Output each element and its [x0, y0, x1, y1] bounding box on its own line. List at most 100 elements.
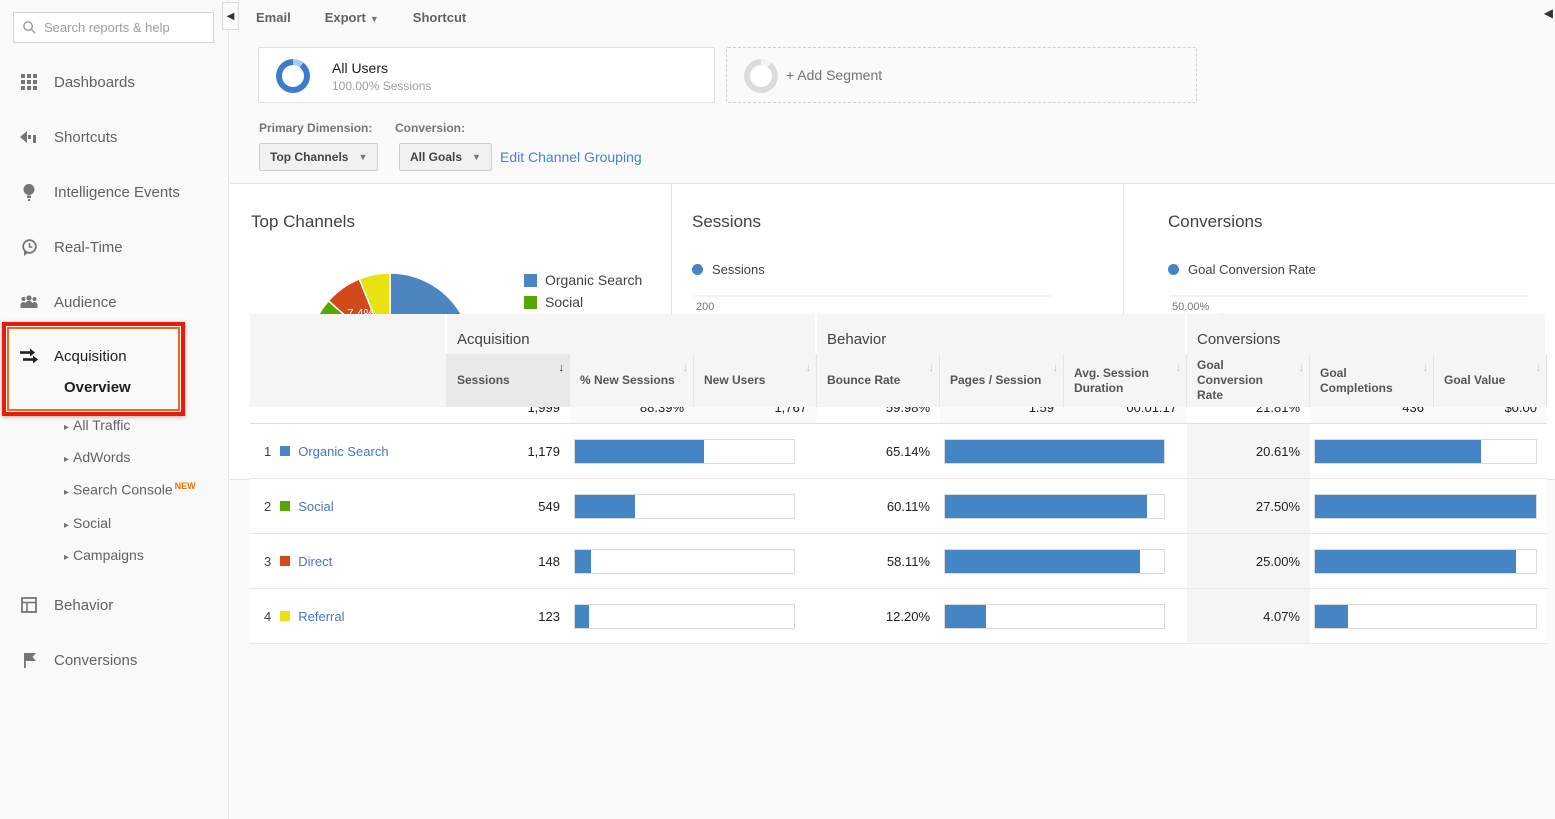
add-segment-label: + Add Segment: [786, 67, 883, 83]
row-rank: 3: [264, 553, 272, 569]
sidebar-item-label: Shortcuts: [54, 128, 118, 146]
sidebar-item-dashboards[interactable]: Dashboards: [0, 68, 229, 96]
sidebar-item-label: Conversions: [54, 651, 138, 669]
series-dot-icon: [692, 264, 703, 275]
conversions-legend: Goal Conversion Rate: [1168, 262, 1316, 277]
group-behavior: Behavior: [817, 314, 1187, 354]
sidebar-item-campaigns[interactable]: ▸ Campaigns: [64, 547, 144, 563]
goal-conversion-rate-value: 27.50%: [1187, 479, 1310, 533]
sidebar-item-acquisition-overview[interactable]: Overview: [64, 379, 131, 396]
sidebar-item-audience[interactable]: Audience: [0, 288, 229, 316]
bounce-rate-bar-cell: [940, 534, 1187, 588]
sidebar-item-label: Dashboards: [54, 73, 135, 91]
segment-donut-icon: [276, 59, 310, 93]
chevron-down-icon: ▼: [369, 14, 379, 24]
main-content: ◀ ◀ Email Export ▼ Shortcut All Users 100…: [222, 0, 1555, 819]
channels-table: Acquisition Behavior Conversions Session…: [250, 314, 1547, 644]
sidebar-item-label: Behavior: [54, 596, 114, 614]
sort-icon: ↓: [928, 362, 935, 374]
segment-all-users[interactable]: All Users 100.00% Sessions: [258, 47, 715, 103]
sessions-chart-title: Sessions: [692, 212, 761, 231]
sort-desc-icon: ↓: [558, 362, 565, 374]
sidebar-item-adwords[interactable]: ▸ AdWords: [64, 449, 130, 465]
table-row: 2 Social 549 60.11% 27.50%: [250, 479, 1547, 534]
export-button[interactable]: Export ▼: [325, 10, 379, 25]
primary-dimension-dropdown[interactable]: Top Channels ▼: [259, 143, 379, 171]
column-header-sessions[interactable]: Sessions ↓: [447, 354, 570, 407]
bounce-rate-bar-cell: [940, 479, 1187, 533]
right-collapse-icon[interactable]: ◀: [1544, 6, 1553, 20]
behavior-window-icon: [20, 596, 38, 614]
channel-color-chip: [280, 501, 291, 511]
legend-chip-social: [524, 295, 537, 309]
search-box[interactable]: [13, 12, 214, 43]
goal-conversion-bar-cell: [1310, 479, 1547, 533]
column-header-new-users[interactable]: New Users ↓: [694, 354, 817, 407]
goal-conversion-bar-cell: [1310, 424, 1547, 478]
channel-link[interactable]: Referral: [298, 609, 344, 624]
sidebar-item-acquisition[interactable]: Acquisition: [0, 342, 229, 370]
segment-subtitle: 100.00% Sessions: [332, 79, 432, 93]
sidebar-item-social[interactable]: ▸ Social: [64, 515, 111, 531]
email-button[interactable]: Email: [256, 10, 291, 25]
sidebar-item-label: Audience: [54, 293, 117, 311]
sidebar-collapse-button[interactable]: ◀: [222, 2, 239, 30]
sort-icon: ↓: [1298, 362, 1305, 374]
shortcuts-arrow-icon: [20, 128, 38, 146]
sidebar-item-shortcuts[interactable]: Shortcuts: [0, 123, 229, 151]
channel-link[interactable]: Social: [298, 499, 333, 514]
sidebar-item-real-time[interactable]: Real-Time: [0, 233, 229, 261]
column-header-pages-session[interactable]: Pages / Session ↓: [940, 354, 1064, 407]
bounce-rate-value: 58.11%: [886, 553, 930, 569]
sidebar-item-conversions[interactable]: Conversions: [0, 646, 229, 674]
conversion-dropdown[interactable]: All Goals ▼: [399, 143, 492, 171]
sidebar-item-search-console[interactable]: ▸ Search Console NEW: [64, 481, 196, 498]
expand-arrow-icon: ▸: [64, 454, 70, 465]
sort-icon: ↓: [682, 362, 689, 374]
column-header-goal-completions[interactable]: Goal Completions ↓: [1310, 354, 1434, 407]
sessions-bar-cell: [570, 424, 817, 478]
sessions-value: 148: [538, 553, 560, 569]
chevron-down-icon: ▼: [358, 152, 368, 162]
sidebar-item-intelligence-events[interactable]: Intelligence Events: [0, 178, 229, 206]
bounce-rate-value: 12.20%: [885, 608, 930, 624]
column-header-new-sessions[interactable]: % New Sessions ↓: [570, 354, 694, 407]
new-badge: NEW: [174, 481, 196, 491]
table-group-header: Acquisition Behavior Conversions: [250, 314, 1547, 354]
edit-channel-grouping-link[interactable]: Edit Channel Grouping: [500, 149, 642, 165]
bounce-rate-value: 60.11%: [886, 498, 930, 514]
sessions-legend: Sessions: [692, 262, 765, 277]
bounce-rate-bar: [944, 603, 1165, 629]
column-header-bounce-rate[interactable]: Bounce Rate ↓: [817, 354, 940, 407]
goal-conversion-bar-cell: [1310, 534, 1547, 588]
sessions-value: 123: [538, 608, 560, 624]
sessions-value: 549: [538, 498, 560, 514]
channel-link[interactable]: Direct: [298, 554, 332, 569]
shortcut-button[interactable]: Shortcut: [413, 10, 466, 25]
sidebar-item-all-traffic[interactable]: ▸ All Traffic: [64, 417, 130, 433]
series-dot-icon: [1168, 264, 1179, 275]
add-segment-button[interactable]: + Add Segment: [726, 47, 1197, 103]
sessions-bar: [574, 603, 795, 629]
expand-arrow-icon: ▸: [64, 486, 70, 498]
goal-conversion-bar: [1314, 438, 1537, 464]
sessions-bar: [574, 493, 795, 519]
channel-link[interactable]: Organic Search: [298, 444, 388, 459]
column-header-avg-duration[interactable]: Avg. Session Duration ↓: [1064, 354, 1187, 407]
column-header-goal-value[interactable]: Goal Value ↓: [1434, 354, 1547, 407]
bounce-rate-bar: [944, 438, 1165, 464]
svg-text:50.00%: 50.00%: [1172, 301, 1210, 313]
channel-color-chip: [280, 446, 291, 456]
search-icon: [23, 21, 36, 34]
table-row: 4 Referral 123 12.20% 4.07%: [250, 589, 1547, 644]
svg-text:200: 200: [696, 301, 714, 313]
goal-conversion-bar: [1314, 493, 1537, 519]
bounce-rate-bar-cell: [940, 424, 1187, 478]
sidebar-item-label: Intelligence Events: [54, 183, 180, 201]
row-rank: 4: [264, 608, 272, 624]
search-input[interactable]: [44, 20, 205, 35]
column-header-goal-conversion-rate[interactable]: Goal Conversion Rate ↓: [1187, 354, 1310, 407]
chevron-down-icon: ▼: [472, 152, 481, 162]
group-acquisition: Acquisition: [447, 314, 817, 354]
sidebar-item-behavior[interactable]: Behavior: [0, 591, 229, 619]
